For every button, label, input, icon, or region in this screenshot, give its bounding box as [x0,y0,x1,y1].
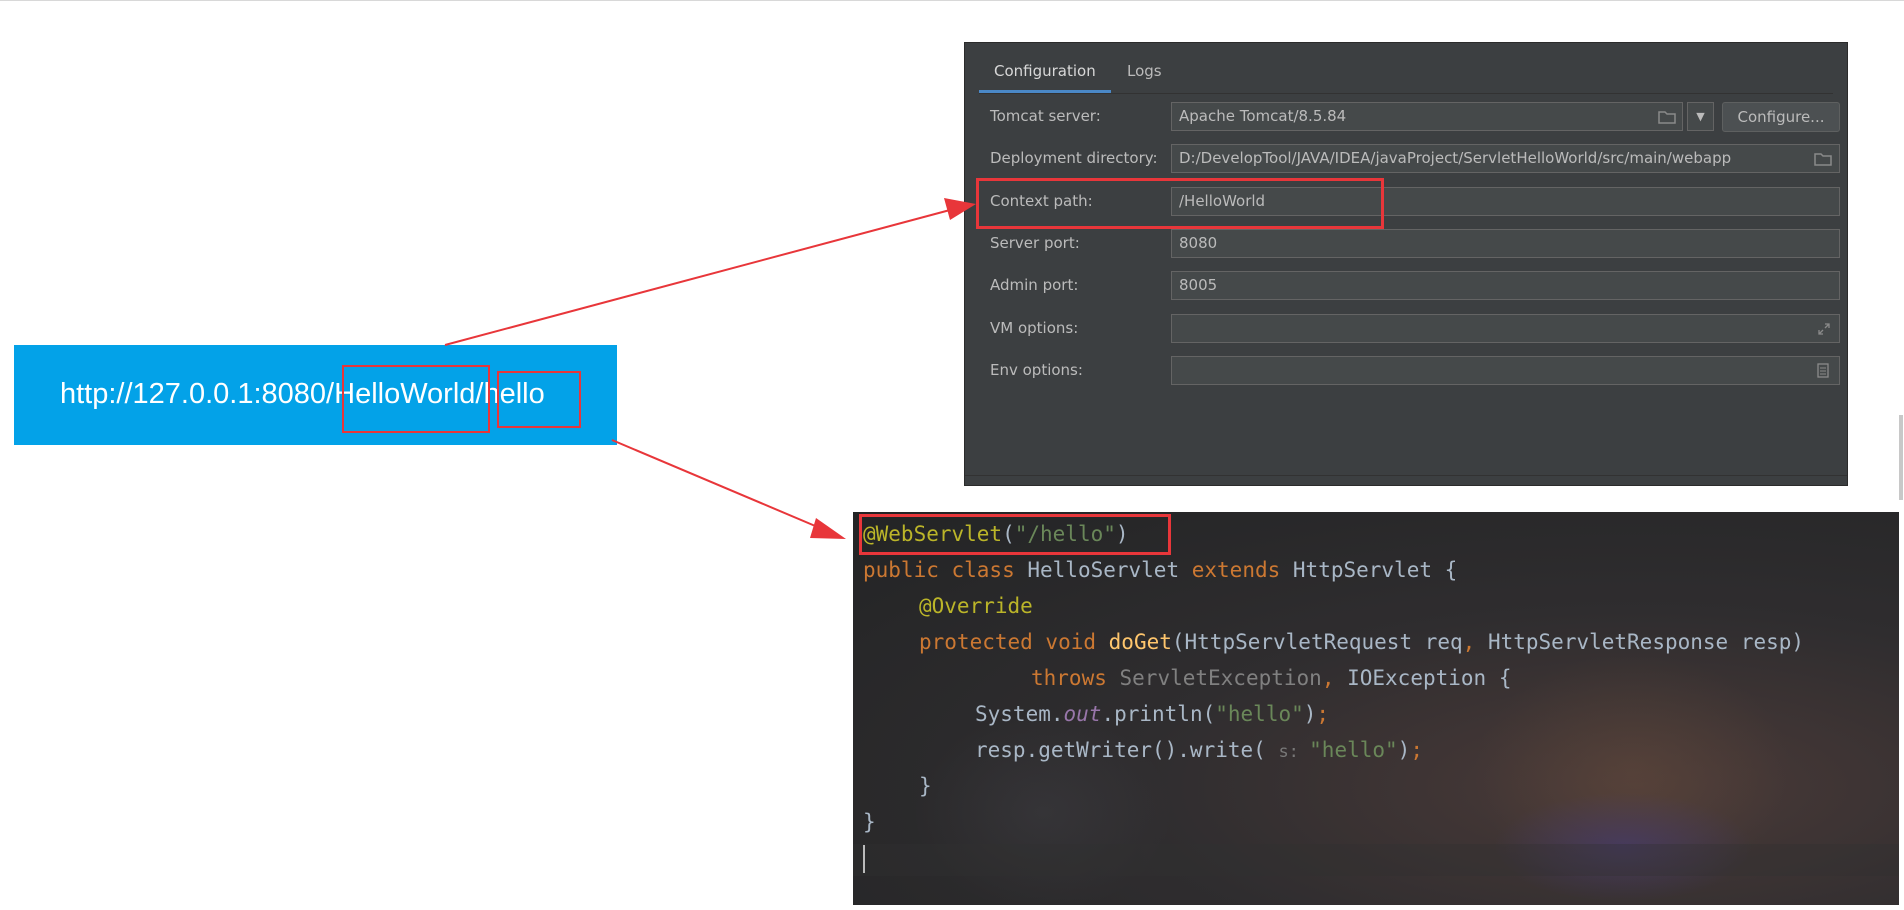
url-prefix: http://127.0.0.1:8080/ [60,378,335,410]
semicolon-token: ; [1316,702,1330,726]
code-token: System. [975,702,1064,726]
code-line-class-decl: public class HelloServlet extends HttpSe… [863,552,1457,588]
env-options-field[interactable] [1171,356,1840,385]
deployment-directory-field[interactable]: D:/DevelopTool/JAVA/IDEA/javaProject/Ser… [1171,144,1840,173]
code-token: (HttpServletRequest req [1171,630,1463,654]
code-line-override: @Override [919,588,1033,624]
admin-port-label: Admin port: [990,276,1079,294]
code-token: HttpServletResponse resp) [1487,630,1805,654]
class-name-token: HelloServlet [1027,558,1192,582]
vm-options-field[interactable] [1171,314,1840,343]
comma-token: , [1321,666,1348,690]
code-token: resp.getWriter().write( [975,738,1279,762]
parameter-hint: s: [1278,742,1310,762]
admin-port-field[interactable]: 8005 [1171,271,1840,300]
code-line-method-decl: protected void doGet(HttpServletRequest … [919,624,1804,660]
document-icon[interactable] [1817,357,1829,384]
current-line-highlight [853,844,1899,876]
scrollbar-thumb[interactable] [1899,415,1903,500]
comma-token: , [1462,630,1488,654]
code-token: HttpServlet { [1292,558,1458,582]
server-port-field[interactable]: 8080 [1171,229,1840,258]
run-configuration-panel: Configuration Logs Tomcat server: Apache… [964,42,1848,486]
unused-exception-token: ServletException [1119,666,1322,690]
path-highlight-box [497,371,581,428]
string-token: "hello" [1215,702,1304,726]
code-token: IOException { [1347,666,1512,690]
annotation-token: @Override [919,594,1033,618]
keyword-token: public class [863,558,1028,582]
code-line-close-method: } [919,774,932,798]
text-caret [863,845,865,873]
url-banner: http://127.0.0.1:8080/HelloWorld/hello [14,345,617,445]
method-name-token: doGet [1108,630,1172,654]
code-token: .println( [1101,702,1216,726]
chevron-down-icon[interactable]: ▼ [1687,102,1714,131]
deployment-directory-label: Deployment directory: [990,149,1158,167]
code-line-write: resp.getWriter().write( s: "hello"); [975,732,1423,768]
tab-divider [979,93,1833,94]
webservlet-highlight-box [859,514,1171,555]
arrow-path-to-code [611,439,821,529]
context-path-highlight-box [976,178,1384,229]
top-divider [0,0,1904,1]
expand-icon[interactable] [1817,315,1831,342]
arrow-context-to-config [444,209,951,346]
folder-icon[interactable] [1658,103,1676,130]
tab-logs[interactable]: Logs [1127,51,1162,91]
configure-button[interactable]: Configure... [1722,102,1840,132]
code-line-close-class: } [863,810,876,834]
vm-options-label: VM options: [990,319,1079,337]
code-editor[interactable]: @WebServlet("/hello") public class Hello… [853,512,1899,905]
code-token: ) [1303,702,1317,726]
string-token: "hello" [1309,738,1398,762]
keyword-token: throws [1031,666,1120,690]
arrow-head-code [810,518,846,539]
tab-configuration[interactable]: Configuration [994,51,1096,91]
context-highlight-box [342,365,490,433]
tomcat-server-value: Apache Tomcat/8.5.84 [1179,107,1347,125]
semicolon-token: ; [1410,738,1423,762]
server-port-label: Server port: [990,234,1080,252]
keyword-token: protected void [919,630,1109,654]
panel-bottom-divider [965,475,1847,476]
deployment-directory-value: D:/DevelopTool/JAVA/IDEA/javaProject/Ser… [1179,149,1732,167]
tomcat-server-label: Tomcat server: [990,107,1101,125]
keyword-token: extends [1191,558,1293,582]
env-options-label: Env options: [990,361,1083,379]
static-field-token: out [1063,702,1102,726]
tomcat-server-select[interactable]: Apache Tomcat/8.5.84 [1171,102,1683,131]
code-line-println: System.out.println("hello"); [975,696,1329,732]
code-token: ) [1397,738,1411,762]
folder-icon[interactable] [1814,145,1832,172]
code-line-throws: throws ServletException, IOException { [1031,660,1511,696]
